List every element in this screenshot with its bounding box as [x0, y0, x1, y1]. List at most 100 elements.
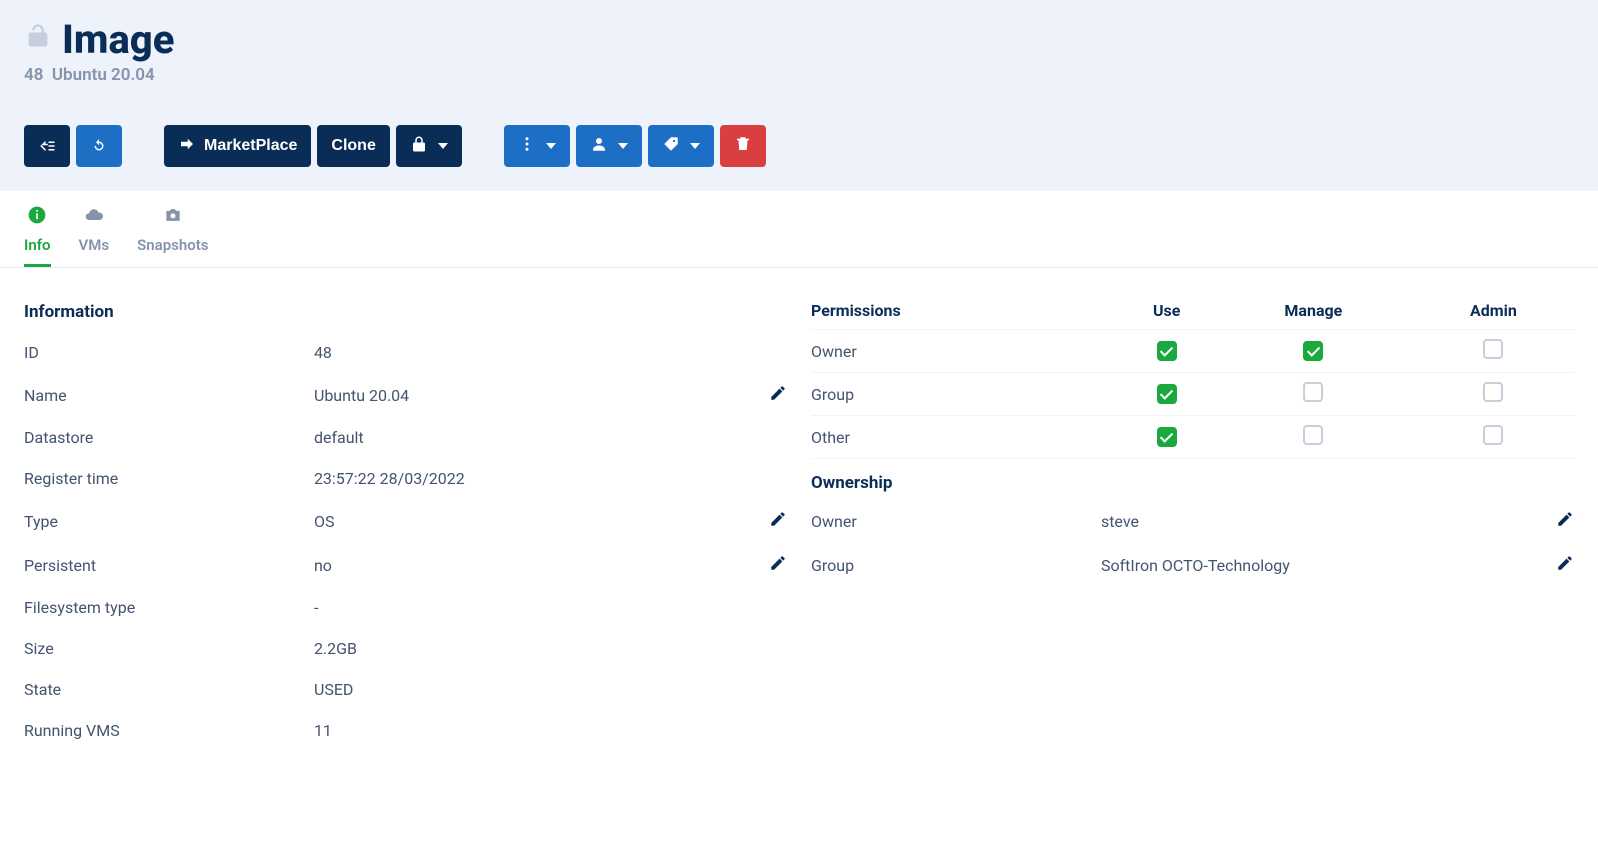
- delete-button[interactable]: [720, 125, 766, 167]
- user-icon: [590, 135, 608, 158]
- info-value: Ubuntu 20.04: [314, 373, 751, 417]
- perm-other-manage-checkbox[interactable]: [1303, 425, 1323, 445]
- info-row-name: Name Ubuntu 20.04: [24, 373, 787, 417]
- info-row-running-vms: Running VMS 11: [24, 710, 787, 751]
- more-actions-dropdown[interactable]: [504, 125, 570, 167]
- info-label: Size: [24, 628, 314, 669]
- info-row-id: ID 48: [24, 332, 787, 373]
- lock-open-icon: [24, 22, 52, 57]
- info-value: 11: [314, 710, 751, 751]
- perm-row-label: Owner: [811, 330, 1120, 373]
- perm-header-use: Use: [1120, 292, 1214, 330]
- permissions-panel: Permissions Use Manage Admin Owner Group: [811, 292, 1574, 751]
- edit-icon[interactable]: [1556, 557, 1574, 576]
- edit-icon[interactable]: [769, 557, 787, 576]
- info-label: State: [24, 669, 314, 710]
- ownership-value: steve: [1101, 499, 1538, 543]
- info-value: USED: [314, 669, 751, 710]
- information-title: Information: [24, 292, 787, 332]
- labels-dropdown[interactable]: [648, 125, 714, 167]
- refresh-button[interactable]: [76, 125, 122, 167]
- ownership-row-group: Group SoftIron OCTO-Technology: [811, 543, 1574, 587]
- tab-snapshots-label: Snapshots: [137, 236, 208, 254]
- perm-owner-use-checkbox[interactable]: [1157, 341, 1177, 361]
- edit-icon[interactable]: [1556, 513, 1574, 532]
- page-title: Image: [62, 16, 174, 63]
- tag-icon: [662, 135, 680, 158]
- perm-group-manage-checkbox[interactable]: [1303, 382, 1323, 402]
- perm-other-use-checkbox[interactable]: [1157, 427, 1177, 447]
- perm-header-admin: Admin: [1413, 292, 1574, 330]
- subtitle-id: 48: [24, 65, 43, 85]
- info-row-state: State USED: [24, 669, 787, 710]
- info-row-type: Type OS: [24, 499, 787, 543]
- permissions-table: Permissions Use Manage Admin Owner Group: [811, 292, 1574, 458]
- info-label: Register time: [24, 458, 314, 499]
- info-value: 23:57:22 28/03/2022: [314, 458, 751, 499]
- info-value: 2.2GB: [314, 628, 751, 669]
- perm-row-label: Other: [811, 416, 1120, 459]
- info-row-datastore: Datastore default: [24, 417, 787, 458]
- trash-icon: [734, 135, 752, 158]
- info-row-register-time: Register time 23:57:22 28/03/2022: [24, 458, 787, 499]
- tabs: Info VMs Snapshots: [0, 191, 1598, 268]
- tab-vms[interactable]: VMs: [79, 205, 110, 267]
- vertical-dots-icon: [518, 135, 536, 158]
- chevron-down-icon: [438, 143, 448, 149]
- chevron-down-icon: [546, 143, 556, 149]
- ownership-label: Owner: [811, 499, 1101, 543]
- ownership-label: Group: [811, 543, 1101, 587]
- info-value: no: [314, 543, 751, 587]
- info-value: -: [314, 587, 751, 628]
- subtitle: 48 Ubuntu 20.04: [24, 65, 1574, 85]
- info-value: OS: [314, 499, 751, 543]
- ownership-row-owner: Owner steve: [811, 499, 1574, 543]
- perm-row-group: Group: [811, 373, 1574, 416]
- information-table: ID 48 Name Ubuntu 20.04 Datastore defaul…: [24, 332, 787, 751]
- info-label: Filesystem type: [24, 587, 314, 628]
- cloud-icon: [84, 205, 104, 230]
- marketplace-label: MarketPlace: [204, 137, 297, 155]
- ownership-value: SoftIron OCTO-Technology: [1101, 543, 1538, 587]
- info-label: Type: [24, 499, 314, 543]
- ownership-title: Ownership: [811, 458, 1574, 499]
- perm-row-label: Group: [811, 373, 1120, 416]
- tab-info-label: Info: [24, 236, 51, 254]
- lock-icon: [410, 135, 428, 158]
- lock-dropdown-button[interactable]: [396, 125, 462, 167]
- clone-label: Clone: [331, 137, 375, 155]
- info-icon: [27, 205, 47, 230]
- perm-owner-manage-checkbox[interactable]: [1303, 341, 1323, 361]
- permissions-title: Permissions: [811, 292, 1120, 330]
- info-label: Persistent: [24, 543, 314, 587]
- info-label: Running VMS: [24, 710, 314, 751]
- perm-group-admin-checkbox[interactable]: [1483, 382, 1503, 402]
- edit-icon[interactable]: [769, 387, 787, 406]
- owner-dropdown[interactable]: [576, 125, 642, 167]
- back-button[interactable]: [24, 125, 70, 167]
- perm-row-other: Other: [811, 416, 1574, 459]
- toolbar: MarketPlace Clone: [24, 125, 1574, 167]
- share-icon: [178, 135, 196, 158]
- info-label: Name: [24, 373, 314, 417]
- perm-owner-admin-checkbox[interactable]: [1483, 339, 1503, 359]
- information-panel: Information ID 48 Name Ubuntu 20.04 Data…: [24, 292, 787, 751]
- marketplace-button[interactable]: MarketPlace: [164, 125, 311, 167]
- edit-icon[interactable]: [769, 513, 787, 532]
- info-label: Datastore: [24, 417, 314, 458]
- info-value: default: [314, 417, 751, 458]
- chevron-down-icon: [690, 143, 700, 149]
- perm-other-admin-checkbox[interactable]: [1483, 425, 1503, 445]
- info-value: 48: [314, 332, 751, 373]
- tab-snapshots[interactable]: Snapshots: [137, 205, 208, 267]
- title-row: Image: [24, 16, 1574, 63]
- tab-vms-label: VMs: [79, 236, 110, 254]
- header: Image 48 Ubuntu 20.04 MarketPlace Clone: [0, 0, 1598, 191]
- ownership-table: Owner steve Group SoftIron OCTO-Technolo…: [811, 499, 1574, 587]
- tab-info[interactable]: Info: [24, 205, 51, 267]
- perm-group-use-checkbox[interactable]: [1157, 384, 1177, 404]
- content: Information ID 48 Name Ubuntu 20.04 Data…: [0, 268, 1598, 791]
- clone-button[interactable]: Clone: [317, 125, 389, 167]
- info-row-size: Size 2.2GB: [24, 628, 787, 669]
- chevron-down-icon: [618, 143, 628, 149]
